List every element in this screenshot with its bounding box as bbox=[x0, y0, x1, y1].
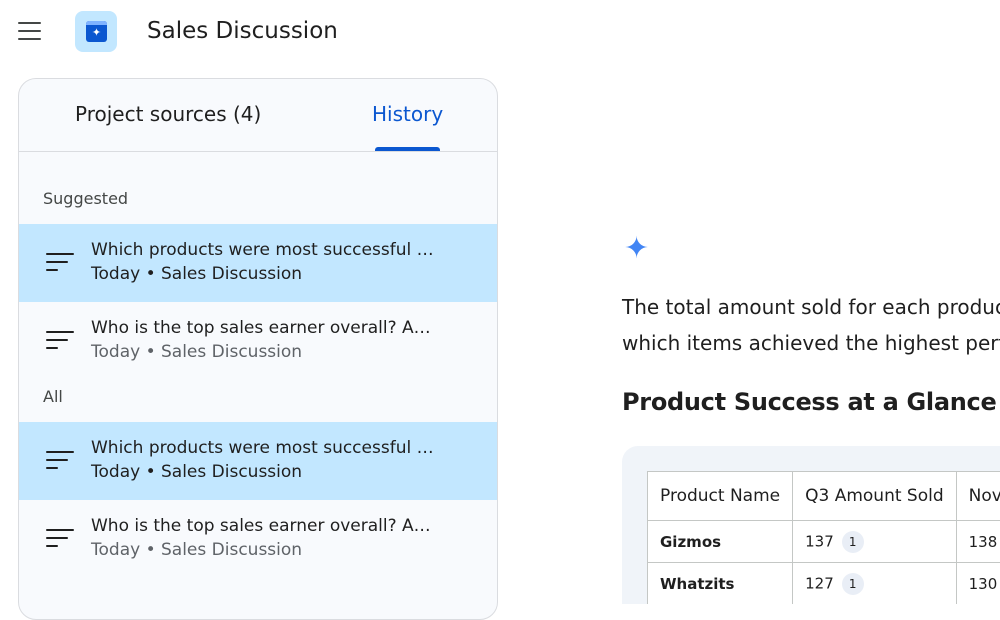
q3-amount-cell: 127 1 bbox=[793, 563, 957, 605]
table-header-row: Product Name Q3 Amount Sold Nov bbox=[648, 472, 1000, 521]
history-item-title: Which products were most successful … bbox=[91, 438, 434, 458]
history-item-meta: Today • Sales Discussion bbox=[91, 462, 302, 482]
short-text-icon bbox=[46, 331, 76, 353]
product-name-cell: Gizmos bbox=[648, 521, 793, 563]
history-item[interactable]: Which products were most successful … To… bbox=[19, 224, 497, 302]
product-name-cell: Whatzits bbox=[648, 563, 793, 605]
active-tab-indicator bbox=[375, 147, 440, 151]
cell-value: 137 bbox=[805, 532, 834, 550]
short-text-icon bbox=[46, 451, 76, 473]
citation-badge[interactable]: 1 bbox=[842, 573, 864, 595]
table-row: Whatzits 127 1 130 bbox=[648, 563, 1000, 605]
answer-text-line: which items achieved the highest perfor bbox=[622, 331, 1000, 355]
history-item-meta: Today • Sales Discussion bbox=[91, 540, 302, 560]
panel-tabs: Project sources (4) History bbox=[19, 79, 497, 152]
column-header: Product Name bbox=[648, 472, 793, 521]
nov-amount-cell: 130 bbox=[956, 563, 1000, 605]
column-header: Nov bbox=[956, 472, 1000, 521]
page-title: Sales Discussion bbox=[147, 18, 338, 44]
tab-history[interactable]: History bbox=[372, 102, 443, 126]
tab-project-sources[interactable]: Project sources (4) bbox=[75, 102, 261, 126]
section-label-all: All bbox=[43, 387, 63, 406]
history-item[interactable]: Who is the top sales earner overall? A… … bbox=[19, 302, 497, 380]
answer-text-line: The total amount sold for each product bbox=[622, 295, 1000, 319]
history-item[interactable]: Who is the top sales earner overall? A… … bbox=[19, 500, 497, 578]
table-container: Product Name Q3 Amount Sold Nov Gizmos 1… bbox=[622, 446, 1000, 604]
side-panel: Project sources (4) History Suggested Wh… bbox=[18, 78, 498, 620]
history-item[interactable]: Which products were most successful … To… bbox=[19, 422, 497, 500]
short-text-icon bbox=[46, 529, 76, 551]
answer-section-heading: Product Success at a Glance bbox=[622, 388, 996, 416]
q3-amount-cell: 137 1 bbox=[793, 521, 957, 563]
short-text-icon bbox=[46, 253, 76, 275]
table-row: Gizmos 137 1 138 bbox=[648, 521, 1000, 563]
notebook-app-icon bbox=[75, 11, 117, 52]
history-item-meta: Today • Sales Discussion bbox=[91, 342, 302, 362]
top-bar: Sales Discussion bbox=[0, 0, 1000, 64]
column-header: Q3 Amount Sold bbox=[793, 472, 957, 521]
history-item-title: Which products were most successful … bbox=[91, 240, 434, 260]
history-item-title: Who is the top sales earner overall? A… bbox=[91, 516, 431, 536]
citation-badge[interactable]: 1 bbox=[842, 531, 864, 553]
history-item-title: Who is the top sales earner overall? A… bbox=[91, 318, 431, 338]
history-item-meta: Today • Sales Discussion bbox=[91, 264, 302, 284]
hamburger-menu-icon[interactable] bbox=[18, 22, 42, 42]
product-table: Product Name Q3 Amount Sold Nov Gizmos 1… bbox=[647, 471, 1000, 604]
nov-amount-cell: 138 bbox=[956, 521, 1000, 563]
section-label-suggested: Suggested bbox=[43, 189, 128, 208]
cell-value: 127 bbox=[805, 574, 834, 592]
gemini-spark-icon: ✦ bbox=[624, 234, 649, 264]
